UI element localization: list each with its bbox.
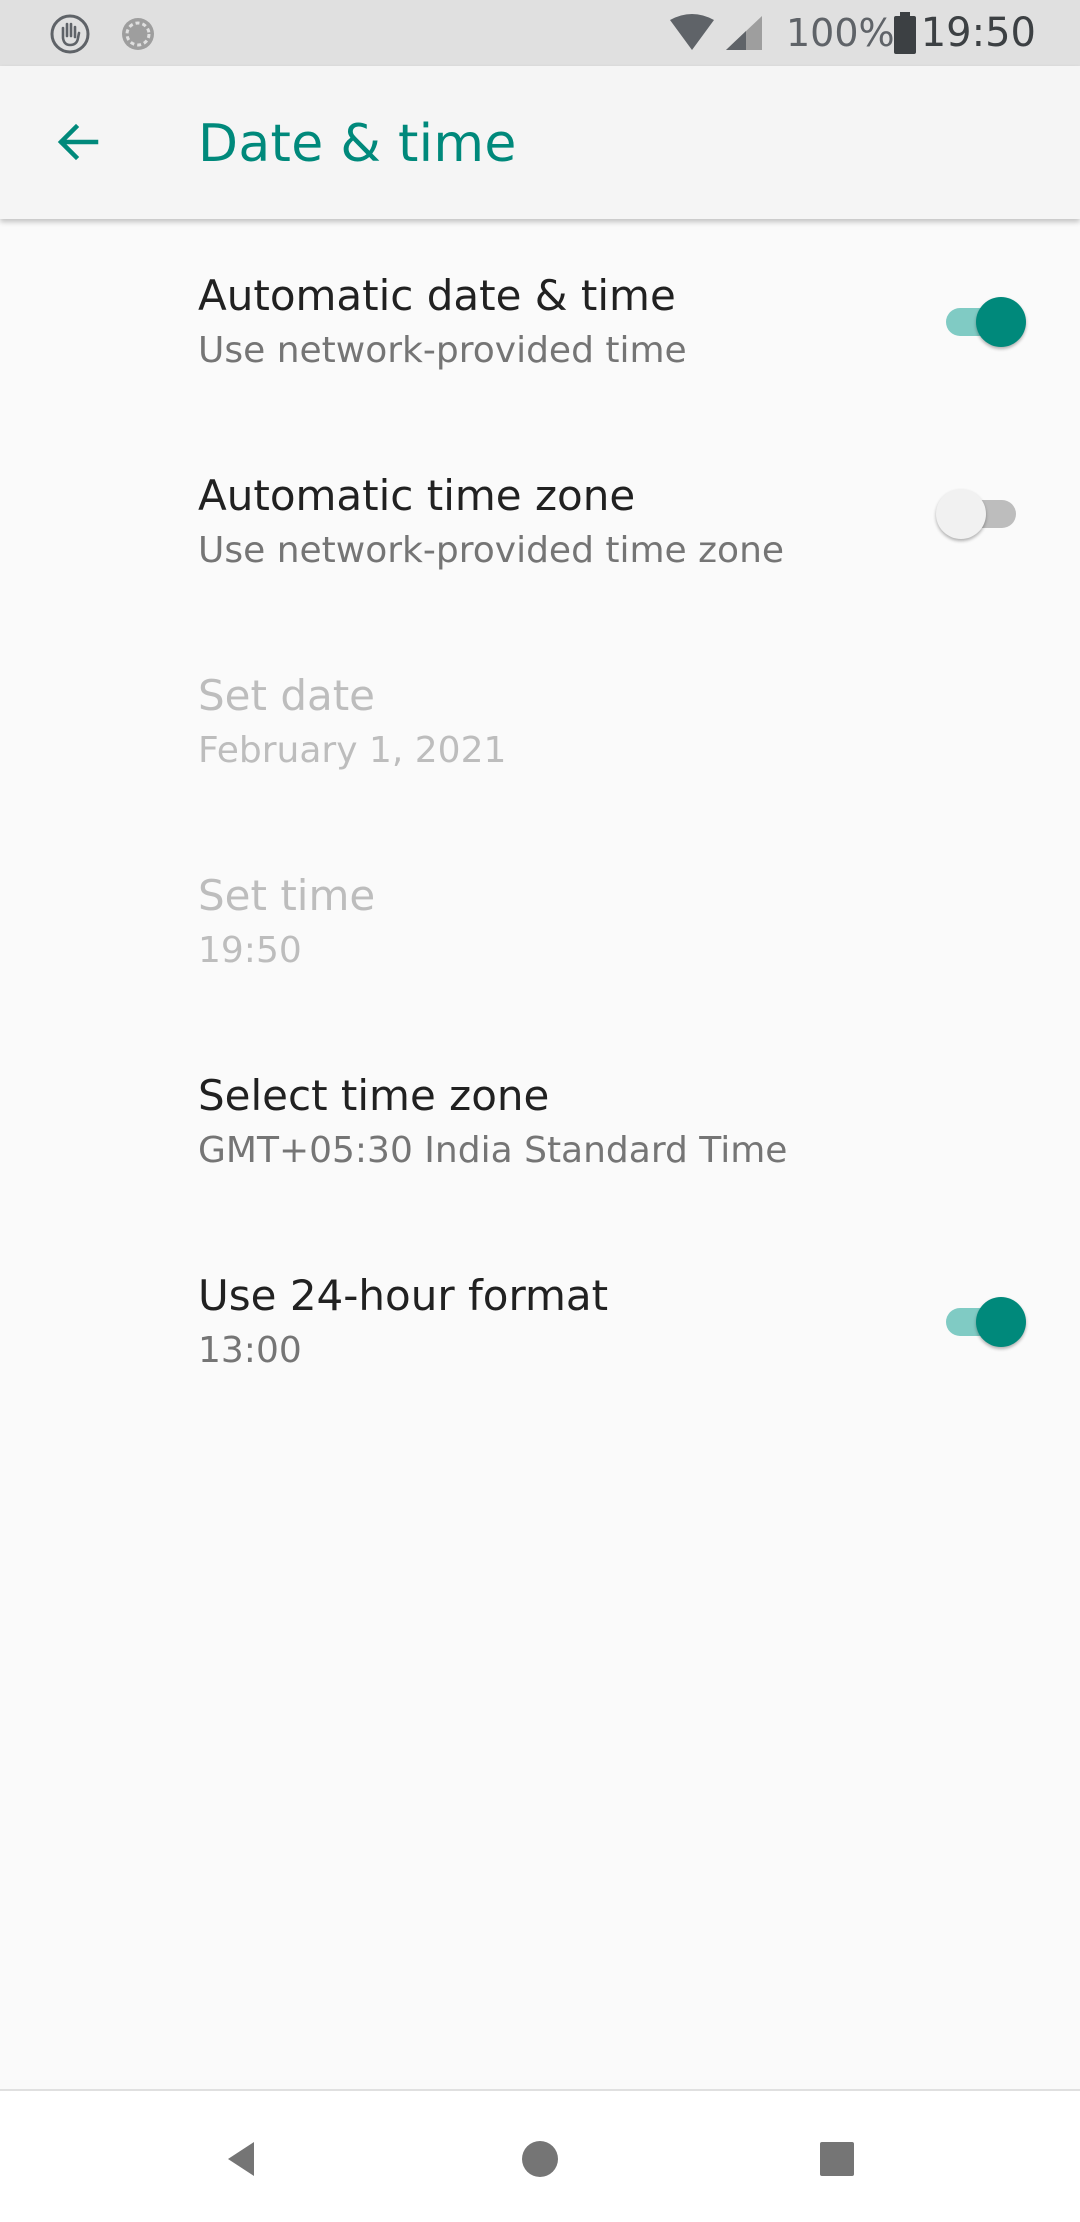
sync-icon (118, 14, 158, 54)
use-24-hour-format-switch[interactable] (936, 1297, 1026, 1347)
home-circle-icon (520, 2139, 560, 2183)
setting-summary: GMT+05:30 India Standard Time (198, 1130, 788, 1171)
nav-recents-button[interactable] (797, 2121, 877, 2201)
arrow-back-icon (54, 118, 102, 170)
back-triangle-icon (222, 2139, 262, 2183)
setting-title: Automatic time zone (198, 471, 636, 520)
switch-thumb (976, 297, 1026, 347)
battery-icon (892, 12, 918, 54)
settings-list: Automatic date & time Use network-provid… (0, 219, 1080, 1419)
app-bar: Date & time (0, 66, 1080, 219)
set-time-setting[interactable]: Set time 19:50 (0, 819, 1080, 1019)
setting-summary: 13:00 (198, 1330, 302, 1371)
setting-summary: February 1, 2021 (198, 730, 507, 771)
back-button[interactable] (38, 104, 118, 184)
setting-title: Set time (198, 871, 376, 920)
automatic-time-zone-setting[interactable]: Automatic time zone Use network-provided… (0, 419, 1080, 619)
signal-icon (724, 14, 764, 52)
set-date-setting[interactable]: Set date February 1, 2021 (0, 619, 1080, 819)
wifi-icon (670, 14, 714, 52)
status-time: 19:50 (920, 10, 1036, 56)
automatic-date-time-setting[interactable]: Automatic date & time Use network-provid… (0, 219, 1080, 419)
setting-title: Automatic date & time (198, 271, 676, 320)
setting-title: Use 24-hour format (198, 1271, 609, 1320)
nav-back-button[interactable] (202, 2121, 282, 2201)
switch-thumb (936, 489, 986, 539)
setting-title: Set date (198, 671, 376, 720)
navigation-bar (0, 2089, 1080, 2222)
setting-summary: 19:50 (198, 930, 302, 971)
setting-summary: Use network-provided time zone (198, 530, 785, 571)
setting-summary: Use network-provided time (198, 330, 687, 371)
setting-title: Select time zone (198, 1071, 550, 1120)
select-time-zone-setting[interactable]: Select time zone GMT+05:30 India Standar… (0, 1019, 1080, 1219)
switch-thumb (976, 1297, 1026, 1347)
battery-percent: 100% (786, 11, 895, 55)
hand-icon (50, 14, 90, 54)
status-bar: 100% 19:50 (0, 0, 1080, 66)
recents-square-icon (817, 2139, 857, 2183)
nav-home-button[interactable] (500, 2121, 580, 2201)
use-24-hour-format-setting[interactable]: Use 24-hour format 13:00 (0, 1219, 1080, 1419)
automatic-time-zone-switch[interactable] (936, 489, 1026, 539)
automatic-date-time-switch[interactable] (936, 297, 1026, 347)
page-title: Date & time (198, 114, 517, 174)
